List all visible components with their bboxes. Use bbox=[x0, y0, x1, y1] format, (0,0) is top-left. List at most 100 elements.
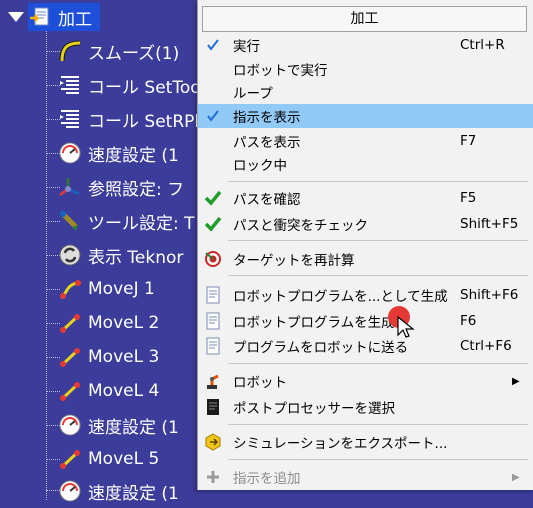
menu-item-generate-program-as[interactable]: ロボットプログラムを...として生成 Shift+F6 bbox=[198, 283, 533, 307]
menu-item-label: 指示を表示 bbox=[233, 110, 301, 126]
submenu-arrow-icon: ▶ bbox=[512, 471, 520, 483]
tree-item-label: スムーズ(1) bbox=[88, 43, 180, 64]
program-icon bbox=[28, 5, 52, 29]
menu-item-label: ロック中 bbox=[233, 158, 287, 174]
speed-gauge-icon bbox=[58, 413, 82, 437]
menu-item-label: プログラムをロボットに送る bbox=[233, 340, 409, 356]
tree-item-label: ツール設定: T bbox=[88, 213, 195, 234]
menu-item-locked[interactable]: ロック中 bbox=[198, 152, 533, 176]
tree-item-label: コール SetRPl bbox=[88, 111, 200, 132]
menu-item-shortcut: F7 bbox=[460, 133, 477, 149]
display-icon bbox=[58, 243, 82, 267]
collapse-arrow-icon[interactable] bbox=[8, 12, 24, 22]
menu-item-loop[interactable]: ループ bbox=[198, 80, 533, 104]
tree-item[interactable]: 参照設定: フ bbox=[58, 170, 184, 204]
menu-item-select-post-processor[interactable]: ポストプロセッサーを選択 bbox=[198, 395, 533, 419]
menu-item-send-program[interactable]: プログラムをロボットに送る Ctrl+F6 bbox=[198, 334, 533, 358]
menu-item-label: ターゲットを再計算 bbox=[233, 253, 355, 269]
menu-title: 加工 bbox=[202, 6, 527, 32]
target-icon bbox=[202, 247, 224, 271]
tree-item-label: MoveL 3 bbox=[88, 347, 160, 367]
movel-icon bbox=[58, 311, 82, 335]
document-icon bbox=[202, 283, 224, 307]
tree-item[interactable]: MoveL 4 bbox=[58, 374, 159, 408]
menu-item-label: シミュレーションをエクスポート... bbox=[233, 436, 448, 452]
tree-item-label: MoveL 5 bbox=[88, 449, 160, 469]
tree-item[interactable]: スムーズ(1) bbox=[58, 34, 179, 68]
menu-item-shortcut: Shift+F5 bbox=[460, 216, 519, 232]
menu-item-show-path[interactable]: パスを表示 F7 bbox=[198, 129, 533, 153]
tree-root-node[interactable]: 加工 bbox=[0, 0, 100, 34]
menu-item-label: ロボットで実行 bbox=[233, 63, 328, 79]
checkmark-icon bbox=[202, 33, 224, 57]
menu-item-label: パスと衝突をチェック bbox=[233, 218, 368, 234]
tree-item[interactable]: 表示 Teknor bbox=[58, 238, 183, 272]
tree-item[interactable]: MoveL 3 bbox=[58, 340, 159, 374]
menu-item-export-simulation[interactable]: シミュレーションをエクスポート... bbox=[198, 430, 533, 454]
tree-item[interactable]: コール SetToo bbox=[58, 68, 201, 102]
menu-item-label: パスを確認 bbox=[233, 192, 301, 208]
menu-item-label: ループ bbox=[233, 86, 273, 102]
green-check-icon bbox=[202, 186, 224, 210]
tree-item[interactable]: MoveL 5 bbox=[58, 442, 159, 476]
tree-item-label: 速度設定 (1 bbox=[88, 417, 179, 438]
menu-item-robot[interactable]: ロボット ▶ bbox=[198, 369, 533, 393]
tree-item[interactable]: MoveL 2 bbox=[58, 306, 159, 340]
document-icon bbox=[202, 309, 224, 333]
movej-icon bbox=[58, 277, 82, 301]
tree-root-selection[interactable]: 加工 bbox=[28, 3, 100, 31]
menu-item-recalculate-targets[interactable]: ターゲットを再計算 bbox=[198, 247, 533, 271]
green-check-icon bbox=[202, 212, 224, 236]
menu-item-label: 指示を追加 bbox=[233, 471, 301, 487]
menu-item-shortcut: Shift+F6 bbox=[460, 287, 519, 303]
tree-item[interactable]: ツール設定: T bbox=[58, 204, 195, 238]
movel-icon bbox=[58, 447, 82, 471]
speed-gauge-icon bbox=[58, 479, 82, 503]
menu-item-run[interactable]: 実行 Ctrl+R bbox=[198, 33, 533, 57]
plus-icon bbox=[202, 465, 224, 489]
menu-item-label: ロボットプログラムを...として生成 bbox=[233, 289, 448, 305]
tree-item[interactable]: MoveJ 1 bbox=[58, 272, 155, 306]
menu-item-shortcut: Ctrl+F6 bbox=[460, 338, 512, 354]
tree-item[interactable]: 速度設定 (1 bbox=[58, 474, 179, 508]
menu-item-shortcut: F6 bbox=[460, 313, 477, 329]
tree-item-label: MoveL 4 bbox=[88, 381, 160, 401]
menu-separator bbox=[228, 240, 528, 241]
menu-item-shortcut: F5 bbox=[460, 190, 477, 206]
movel-icon bbox=[58, 379, 82, 403]
program-call-icon bbox=[58, 107, 82, 131]
tree-item-label: 速度設定 (1 bbox=[88, 145, 179, 166]
context-menu: 加工 実行 Ctrl+R ロボットで実行 ループ 指示を表示 パスを表示 F7 … bbox=[197, 0, 533, 490]
tree-root-label: 加工 bbox=[58, 9, 92, 30]
tree-item-label: コール SetToo bbox=[88, 77, 201, 98]
robot-icon bbox=[202, 369, 224, 393]
tree-item[interactable]: 速度設定 (1 bbox=[58, 408, 179, 442]
submenu-arrow-icon: ▶ bbox=[512, 375, 520, 387]
menu-item-check-path-collision[interactable]: パスと衝突をチェック Shift+F5 bbox=[198, 212, 533, 236]
menu-item-label: 実行 bbox=[233, 39, 260, 55]
speed-gauge-icon bbox=[58, 141, 82, 165]
menu-item-label: ロボット bbox=[233, 375, 287, 391]
menu-separator bbox=[228, 363, 528, 364]
tree-item-label: 表示 Teknor bbox=[88, 247, 184, 268]
menu-item-add-instruction[interactable]: 指示を追加 ▶ bbox=[198, 465, 533, 489]
menu-item-generate-program[interactable]: ロボットプログラムを生成 F6 bbox=[198, 309, 533, 333]
menu-separator bbox=[228, 459, 528, 460]
menu-item-run-on-robot[interactable]: ロボットで実行 bbox=[198, 57, 533, 81]
post-processor-icon bbox=[202, 395, 224, 419]
menu-separator bbox=[228, 181, 528, 182]
menu-item-show-instructions[interactable]: 指示を表示 bbox=[198, 104, 533, 128]
tree-connector-line bbox=[46, 30, 47, 500]
menu-item-label: パスを表示 bbox=[233, 135, 301, 151]
tree-item-label: MoveL 2 bbox=[88, 313, 160, 333]
document-icon bbox=[202, 334, 224, 358]
menu-item-label: ロボットプログラムを生成 bbox=[233, 315, 395, 331]
menu-item-shortcut: Ctrl+R bbox=[460, 37, 505, 53]
tree-item[interactable]: 速度設定 (1 bbox=[58, 136, 179, 170]
tree-item[interactable]: コール SetRPl bbox=[58, 102, 199, 136]
program-call-icon bbox=[58, 73, 82, 97]
tool-icon bbox=[58, 209, 82, 233]
reference-frame-icon bbox=[58, 175, 82, 199]
menu-item-check-path[interactable]: パスを確認 F5 bbox=[198, 186, 533, 210]
menu-item-label: ポストプロセッサーを選択 bbox=[233, 401, 395, 417]
